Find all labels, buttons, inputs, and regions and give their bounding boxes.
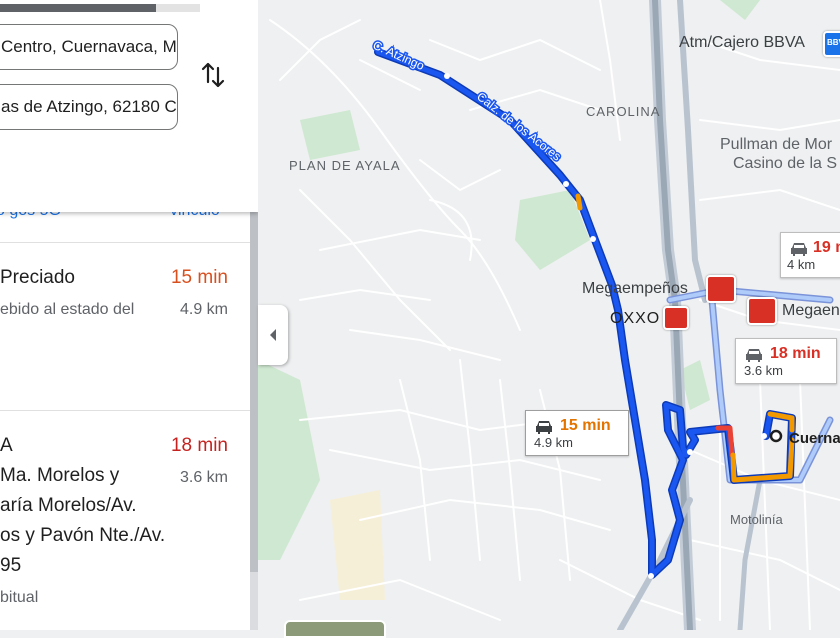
map-label-pullman-1[interactable]: Pullman de Mor (720, 136, 832, 154)
route-option-1[interactable]: Preciado ebido al estado del 15 min 4.9 … (0, 242, 250, 411)
map-label-pullman-2[interactable]: Casino de la S (733, 155, 837, 173)
pawn-shop-icon[interactable] (706, 275, 736, 303)
destination-input[interactable]: as de Atzingo, 62180 C (0, 84, 178, 130)
car-icon (791, 243, 807, 256)
map-label-cuernavaca[interactable]: Cuerna (789, 430, 840, 447)
loading-progress-bar (0, 4, 200, 12)
route-time: 18 min (170, 435, 228, 456)
route-via-line-1: Ma. Morelos y (0, 465, 120, 486)
route-via-line-3: os y Pavón Nte./Av. (0, 525, 166, 546)
route-callout-alt-2[interactable]: 19 m 4 km (780, 232, 840, 278)
route-distance: 3.6 km (179, 469, 228, 486)
callout-time: 18 min (770, 345, 821, 362)
route-via-line-4: 95 (0, 555, 22, 576)
bank-icon[interactable]: BBVA (823, 31, 840, 57)
route-option-2[interactable]: A Ma. Morelos y aría Morelos/Av. os y Pa… (0, 410, 250, 630)
route-subtitle: ebido al estado del (0, 301, 135, 318)
callout-distance: 4 km (787, 257, 816, 272)
street-view-thumbnail[interactable] (284, 620, 386, 638)
map-label-megaempenos-2[interactable]: Megaen (782, 302, 840, 320)
route-title: Preciado (0, 267, 75, 288)
map-label-motolinia: Motolinía (730, 512, 783, 527)
store-icon[interactable] (663, 306, 689, 330)
route-note: bitual (0, 589, 39, 606)
origin-input[interactable]: Centro, Cuernavaca, M (0, 24, 178, 70)
route-via-line-2: aría Morelos/Av. (0, 495, 137, 516)
callout-time: 15 min (560, 417, 611, 434)
bank-badge-text: BBVA (827, 38, 840, 47)
car-icon (746, 349, 762, 362)
route-title: A (0, 435, 13, 456)
collapse-panel-button[interactable] (258, 305, 288, 365)
callout-distance: 3.6 km (744, 363, 784, 378)
map-label-megaempenos-1[interactable]: Megaempeños (582, 280, 688, 298)
panel-scrollbar-thumb[interactable] (250, 212, 258, 572)
map-label-carolina: CAROLINA (586, 104, 661, 119)
map-label-atm[interactable]: Atm/Cajero BBVA (679, 34, 805, 52)
swap-arrows-icon (201, 62, 225, 88)
loading-progress-fill (0, 4, 156, 12)
callout-distance: 4.9 km (534, 435, 574, 450)
route-distance: 4.9 km (179, 301, 228, 318)
swap-directions-button[interactable] (200, 60, 228, 90)
chevron-left-icon (270, 329, 276, 341)
route-callout-alt-1[interactable]: 18 min 3.6 km (735, 338, 837, 384)
directions-panel: Centro, Cuernavaca, M as de Atzingo, 621… (0, 0, 258, 630)
directions-inputs-card: Centro, Cuernavaca, M as de Atzingo, 621… (0, 0, 258, 212)
panel-scrollbar[interactable] (250, 212, 258, 630)
route-time: 15 min (170, 267, 228, 288)
destination-marker[interactable] (769, 429, 783, 443)
map-label-plan-de-ayala: PLAN DE AYALA (289, 158, 401, 173)
callout-time: 19 m (813, 239, 840, 256)
car-icon (536, 421, 552, 434)
route-callout-selected[interactable]: 15 min 4.9 km (525, 410, 629, 456)
map-label-oxxo[interactable]: OXXO (610, 310, 660, 328)
pawn-shop-icon-2[interactable] (747, 297, 777, 325)
